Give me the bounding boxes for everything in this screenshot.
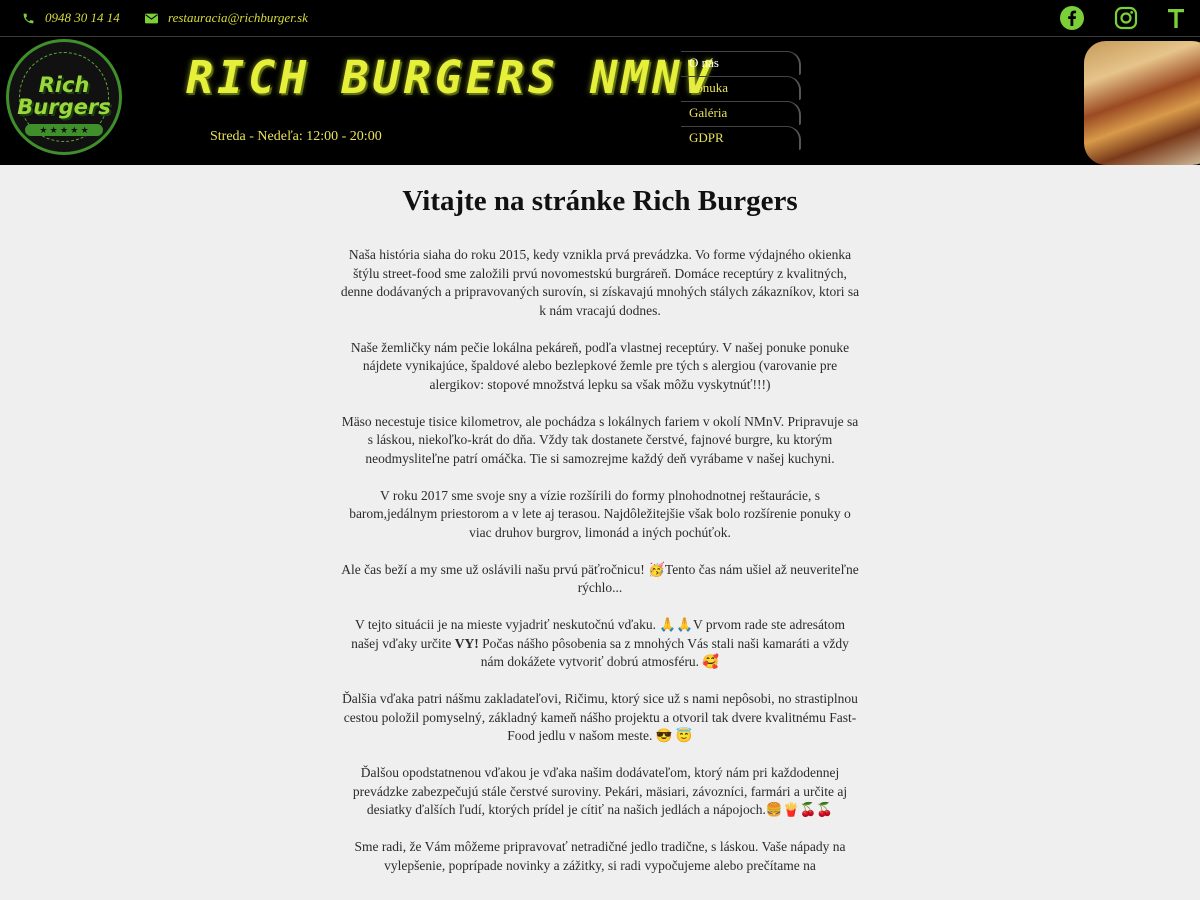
paragraph-restaurant: V roku 2017 sme svoje sny a vízie rozšír… [349, 487, 851, 540]
site-header: Rich Burgers ★ ★ ★ ★ ★ RICH BURGERS NMNV… [0, 37, 1200, 165]
paragraph-closing: Sme radi, že Vám môžeme pripravovať netr… [354, 839, 846, 873]
email-address: restauracia@richburger.sk [168, 10, 308, 25]
rich-burgers-logo[interactable]: Rich Burgers ★ ★ ★ ★ ★ [6, 39, 122, 155]
paragraph-meat: Mäso necestuje tisice kilometrov, ale po… [341, 413, 859, 466]
instagram-icon[interactable] [1112, 4, 1140, 32]
email-contact[interactable]: restauracia@richburger.sk [145, 10, 308, 26]
logo-text: Rich Burgers [17, 73, 111, 119]
main-nav: O nás Ponuka Galéria GDPR [681, 51, 801, 151]
brand-title: RICH BURGERS NMNV [186, 51, 715, 104]
phone-contact[interactable]: 0948 30 14 14 [22, 10, 120, 26]
tripadvisor-icon[interactable] [1162, 4, 1190, 32]
paragraph-thanks-founder: Ďalšia vďaka patri nášmu zakladateľovi, … [342, 691, 858, 743]
paragraph-history: Naša história siaha do roku 2015, kedy v… [340, 247, 860, 318]
main-content: Vitajte na stránke Rich Burgers Naša his… [340, 185, 860, 875]
nav-item-o-nas[interactable]: O nás [681, 51, 801, 75]
paragraph-anniversary: Ale čas beží a my sme už oslávili našu p… [341, 561, 859, 596]
burrito-photo [1084, 41, 1200, 165]
paragraph-thanks-suppliers: Ďalšou opodstatnenou vďakou je vďaka naš… [352, 765, 848, 817]
phone-icon [23, 13, 34, 23]
paragraph-buns: Naše žemličky nám pečie lokálna pekáreň,… [350, 339, 850, 392]
top-bar: 0948 30 14 14 restauracia@richburger.sk [0, 0, 1200, 37]
logo-stars: ★ ★ ★ ★ ★ [25, 124, 103, 136]
facebook-icon[interactable] [1058, 4, 1086, 32]
nav-item-gdpr[interactable]: GDPR [681, 126, 801, 150]
nav-item-ponuka[interactable]: Ponuka [681, 76, 801, 100]
phone-number: 0948 30 14 14 [45, 10, 120, 25]
paragraph-thanks-you: V tejto situácii je na mieste vyjadriť n… [351, 617, 849, 669]
page-title: Vitajte na stránke Rich Burgers [402, 185, 798, 217]
opening-hours: Streda - Nedeľa: 12:00 - 20:00 [210, 129, 382, 144]
nav-item-galeria[interactable]: Galéria [681, 101, 801, 125]
envelope-icon [145, 13, 158, 23]
